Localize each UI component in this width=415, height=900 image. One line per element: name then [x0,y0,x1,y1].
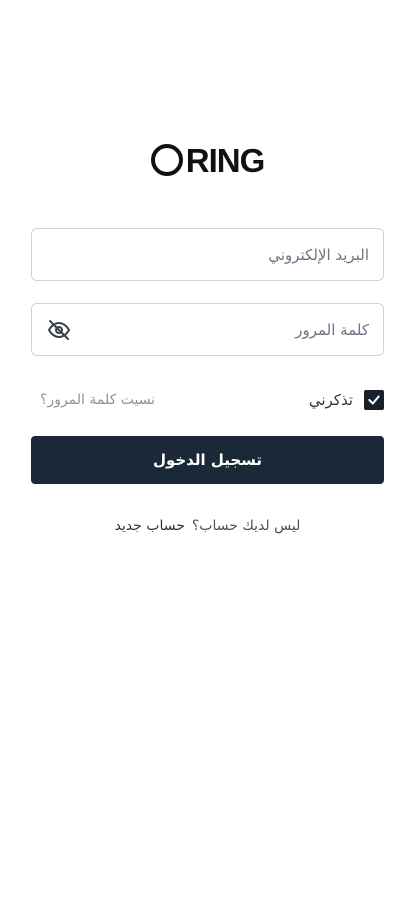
logo-text: RING [185,141,265,179]
password-placeholder: كلمة المرور [295,320,369,339]
logo-ring-icon [150,144,183,176]
email-field[interactable]: البريد الإلكتروني [31,228,384,281]
signup-row: ليس لديك حساب؟ حساب جديد [0,515,415,537]
check-icon [368,395,380,405]
forgot-password-link[interactable]: نسيت كلمة المرور؟ [40,392,155,408]
remember-label: تذكرني [308,391,353,409]
signup-prompt: ليس لديك حساب؟ [191,518,301,534]
app-logo: RING [0,138,415,182]
email-placeholder: البريد الإلكتروني [268,245,369,264]
remember-checkbox[interactable] [364,390,384,410]
password-field[interactable]: كلمة المرور [31,303,384,356]
options-row: نسيت كلمة المرور؟ تذكرني [31,386,384,414]
remember-me[interactable]: تذكرني [309,390,384,410]
login-button[interactable]: تسجيل الدخول [31,436,384,484]
create-account-link[interactable]: حساب جديد [115,518,185,534]
eye-off-icon[interactable] [46,317,72,343]
